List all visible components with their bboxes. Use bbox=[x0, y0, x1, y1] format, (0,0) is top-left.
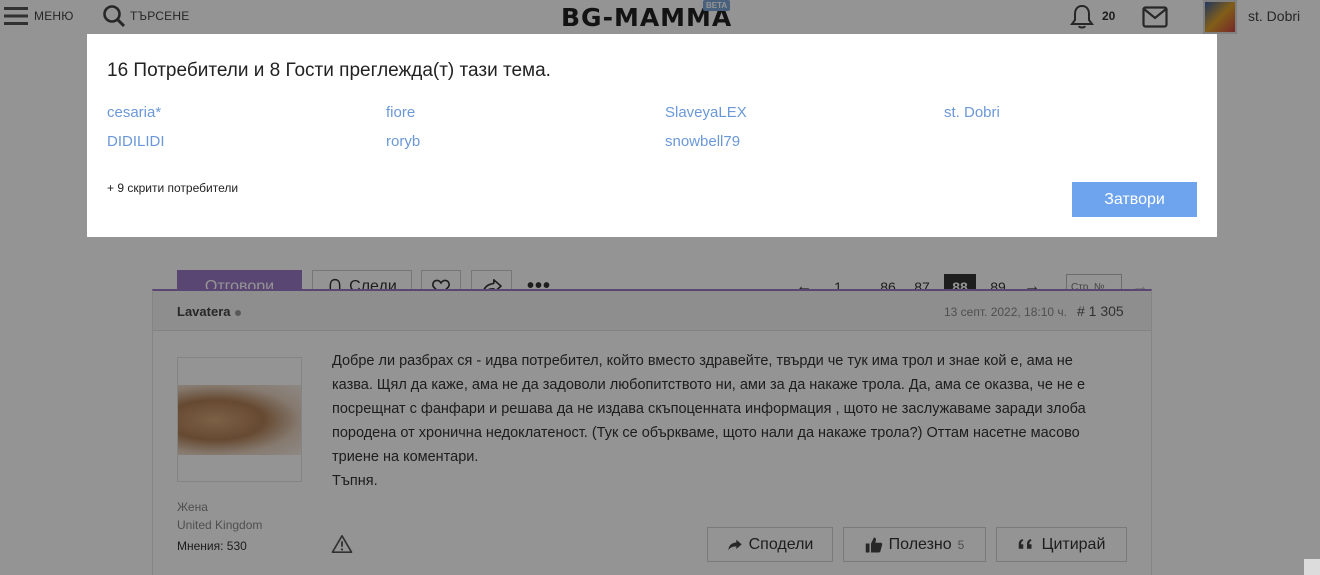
close-button[interactable]: Затвори bbox=[1072, 182, 1197, 217]
user-link[interactable]: SlaveyaLEX bbox=[665, 104, 944, 122]
scrollbar-corner bbox=[1304, 559, 1320, 575]
hidden-users-count: + 9 скрити потребители bbox=[107, 181, 239, 195]
user-link[interactable]: st. Dobri bbox=[944, 104, 1223, 122]
user-link[interactable]: snowbell79 bbox=[665, 133, 944, 151]
modal-title: 16 Потребители и 8 Гости преглежда(т) та… bbox=[107, 60, 551, 81]
user-link[interactable]: roryb bbox=[386, 133, 665, 151]
online-users-modal: 16 Потребители и 8 Гости преглежда(т) та… bbox=[87, 34, 1217, 237]
online-users-list: cesaria* fiore SlaveyaLEX st. Dobri DIDI… bbox=[107, 104, 1197, 151]
user-link[interactable]: DIDILIDI bbox=[107, 133, 386, 151]
user-link[interactable]: cesaria* bbox=[107, 104, 386, 122]
user-link[interactable]: fiore bbox=[386, 104, 665, 122]
